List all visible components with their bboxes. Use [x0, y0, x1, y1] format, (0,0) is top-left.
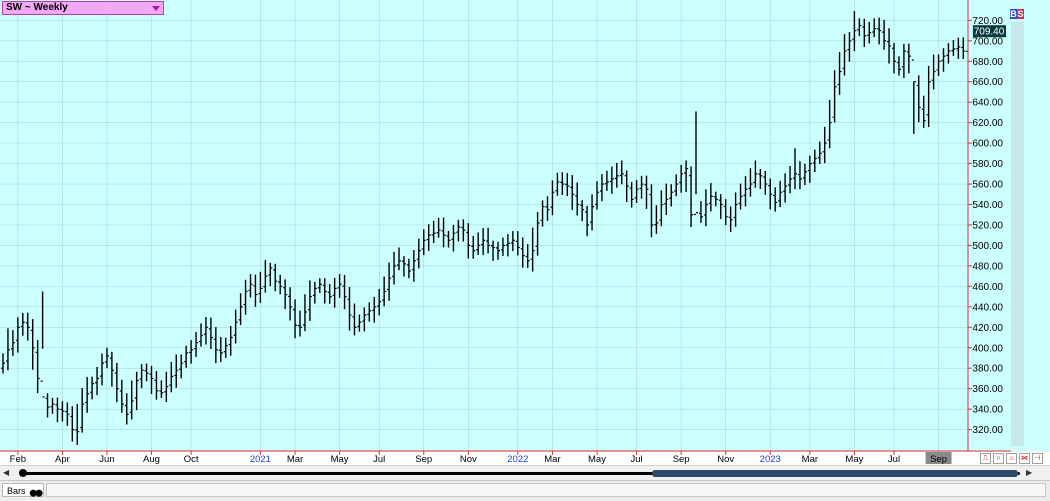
x-tick-label: Sep: [673, 454, 690, 465]
plot-background: [0, 0, 968, 451]
x-tick-label: Apr: [55, 454, 70, 465]
tool-button-1[interactable]: ⎍: [980, 453, 991, 464]
symbol-dropdown[interactable]: SW ~ Weekly: [2, 1, 164, 15]
y-axis-ticks: 320.00 340.00 360.00 380.00 400.00 420.00 440.…: [968, 16, 1003, 436]
x-tick-label: Jun: [99, 454, 114, 465]
x-tick-label: Jul: [373, 454, 385, 465]
symbol-label: SW ~ Weekly: [6, 2, 68, 13]
y-tick-label: 420.00: [972, 323, 1003, 334]
y-tick-label: 380.00: [972, 364, 1003, 375]
y-tick-label: 520.00: [972, 220, 1003, 231]
scroll-left-icon[interactable]: ◀: [3, 468, 9, 477]
x-tick-label: Jul: [631, 454, 643, 465]
y-tick-label: 320.00: [972, 425, 1003, 436]
x-tick-label: Oct: [184, 454, 199, 465]
bottom-tab-bar: Bars ⬤⬤: [0, 480, 1050, 500]
chart-area[interactable]: 320.00 340.00 360.00 380.00 400.00 420.00 440.…: [0, 0, 1050, 499]
y-tick-label: 460.00: [972, 282, 1003, 293]
last-price-value: 709.40: [974, 27, 1005, 38]
last-price-badge: 709.40: [973, 25, 1006, 38]
sell-button[interactable]: S: [1017, 9, 1024, 19]
x-tick-label: May: [331, 454, 349, 465]
x-tick-label: 2021: [250, 454, 271, 465]
scroll-right-icon[interactable]: ▶: [1026, 468, 1032, 477]
y-tick-label: 340.00: [972, 405, 1003, 416]
y-tick-label: 500.00: [972, 241, 1003, 252]
x-tick-label: Feb: [10, 454, 26, 465]
y-tick-label: 640.00: [972, 98, 1003, 109]
x-tick-label: Sep: [415, 454, 432, 465]
y-tick-label: 440.00: [972, 302, 1003, 313]
tool-button-2[interactable]: ∩: [993, 453, 1004, 464]
x-tick-label: Mar: [802, 454, 818, 465]
y-tick-label: 540.00: [972, 200, 1003, 211]
y-tick-label: 660.00: [972, 77, 1003, 88]
price-scale-strip[interactable]: [1011, 22, 1024, 446]
y-tick-label: 680.00: [972, 57, 1003, 68]
x-tick-label: 2023: [760, 454, 781, 465]
horizontal-scrollbar[interactable]: ◀ ▶: [0, 465, 1050, 480]
tool-button-5[interactable]: ⊣: [1032, 453, 1043, 464]
x-tick-label: Jul: [888, 454, 900, 465]
bars-tab-label: Bars: [7, 486, 26, 496]
y-tick-label: 480.00: [972, 261, 1003, 272]
tool-button-4[interactable]: ⋈: [1019, 453, 1030, 464]
x-tick-label: Nov: [717, 454, 734, 465]
y-tick-label: 400.00: [972, 343, 1003, 354]
y-tick-label: 560.00: [972, 180, 1003, 191]
y-tick-label: 620.00: [972, 118, 1003, 129]
y-tick-label: 700.00: [972, 36, 1003, 47]
x-tick-label: May: [845, 454, 863, 465]
x-tick-label: Mar: [287, 454, 303, 465]
x-tick-label: May: [588, 454, 606, 465]
x-tick-label: Mar: [544, 454, 560, 465]
tab-strip: [46, 483, 1046, 497]
bars-tab[interactable]: Bars ⬤⬤: [2, 483, 44, 497]
x-tick-label: Sep: [930, 454, 947, 465]
chevron-down-icon[interactable]: [152, 6, 160, 11]
scroll-start-handle[interactable]: [19, 469, 27, 477]
y-tick-label: 360.00: [972, 384, 1003, 395]
y-tick-label: 580.00: [972, 159, 1003, 170]
tool-button-3[interactable]: ⌂: [1006, 453, 1017, 464]
x-tick-label: 2022: [507, 454, 528, 465]
x-tick-label: Aug: [143, 454, 160, 465]
x-tick-label: Nov: [460, 454, 477, 465]
y-tick-label: 600.00: [972, 139, 1003, 150]
scroll-thumb[interactable]: [652, 470, 1018, 477]
buy-button[interactable]: B: [1010, 9, 1017, 19]
